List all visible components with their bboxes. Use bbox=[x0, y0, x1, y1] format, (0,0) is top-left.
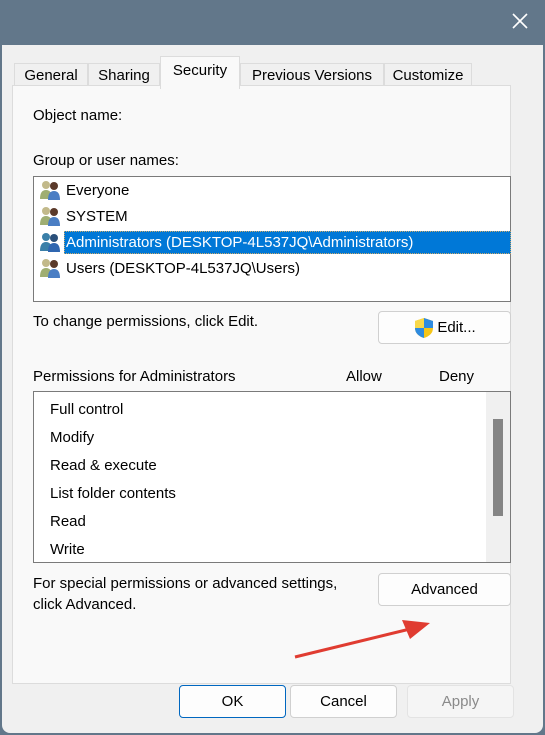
tab-security[interactable]: Security bbox=[160, 56, 240, 89]
tab-previous-versions[interactable]: Previous Versions bbox=[240, 63, 384, 87]
apply-button[interactable]: Apply bbox=[407, 685, 514, 718]
edit-button-label: Edit... bbox=[437, 319, 476, 336]
uac-shield-icon bbox=[415, 317, 434, 338]
list-item-administrators[interactable]: Administrators (DESKTOP-4L537JQ\Administ… bbox=[38, 230, 511, 254]
group-names-label: Group or user names: bbox=[33, 152, 179, 169]
users-group-icon bbox=[40, 207, 60, 226]
object-name-label: Object name: bbox=[33, 107, 123, 124]
close-icon bbox=[512, 13, 528, 29]
annotation-arrow-icon bbox=[294, 620, 430, 659]
security-panel: Object name: Group or user names: Everyo… bbox=[12, 85, 511, 684]
advanced-hint-line2: click Advanced. bbox=[33, 596, 137, 613]
list-item-label: SYSTEM bbox=[66, 207, 128, 225]
edit-button[interactable]: Edit... bbox=[378, 311, 511, 344]
close-button[interactable] bbox=[509, 10, 531, 32]
list-item-label: Users (DESKTOP-4L537JQ\Users) bbox=[66, 259, 300, 277]
permission-row: Read & execute bbox=[50, 457, 157, 474]
ok-button[interactable]: OK bbox=[179, 685, 286, 718]
permission-row: Full control bbox=[50, 401, 124, 418]
users-group-icon bbox=[40, 181, 60, 200]
permissions-scrollbar[interactable] bbox=[486, 392, 510, 562]
tab-customize[interactable]: Customize bbox=[384, 63, 472, 87]
permission-row: Read bbox=[50, 513, 86, 530]
deny-column-header: Deny bbox=[439, 368, 475, 385]
users-group-icon bbox=[40, 259, 60, 278]
title-bar bbox=[0, 0, 545, 45]
permission-row: List folder contents bbox=[50, 485, 176, 502]
advanced-button[interactable]: Advanced bbox=[378, 573, 511, 606]
list-item-label: Everyone bbox=[66, 181, 130, 199]
scrollbar-thumb[interactable] bbox=[493, 419, 503, 516]
permissions-for-label: Permissions for Administrators bbox=[33, 368, 236, 385]
permission-row: Modify bbox=[50, 429, 95, 446]
tab-sharing[interactable]: Sharing bbox=[88, 63, 160, 87]
group-user-list[interactable]: Everyone SYSTEM Administrators (DESKTOP-… bbox=[33, 176, 511, 302]
permission-row: Write bbox=[50, 541, 85, 558]
cancel-button[interactable]: Cancel bbox=[290, 685, 397, 718]
change-permissions-hint: To change permissions, click Edit. bbox=[33, 313, 259, 330]
advanced-hint-line1: For special permissions or advanced sett… bbox=[33, 575, 338, 592]
permissions-list: Full control Modify Read & execute List … bbox=[33, 391, 511, 563]
tab-general[interactable]: General bbox=[14, 63, 88, 87]
list-item-everyone[interactable]: Everyone bbox=[38, 178, 131, 202]
list-item-users[interactable]: Users (DESKTOP-4L537JQ\Users) bbox=[38, 256, 302, 280]
list-item-label: Administrators (DESKTOP-4L537JQ\Administ… bbox=[64, 230, 511, 254]
properties-dialog: General Sharing Security Previous Versio… bbox=[2, 45, 543, 733]
users-group-icon bbox=[40, 233, 60, 252]
list-item-system[interactable]: SYSTEM bbox=[38, 204, 130, 228]
allow-column-header: Allow bbox=[346, 368, 382, 385]
